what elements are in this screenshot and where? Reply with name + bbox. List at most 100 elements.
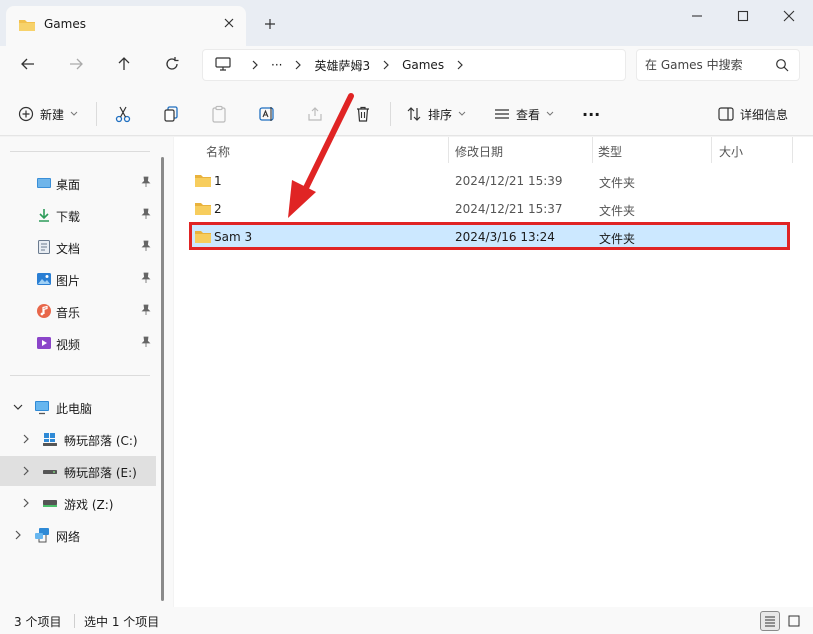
column-divider[interactable] <box>592 137 593 163</box>
paste-button[interactable] <box>210 100 228 128</box>
sidebar-item-label: 游戏 (Z:) <box>64 498 114 512</box>
sidebar-item-this-pc[interactable]: 此电脑 <box>0 392 156 422</box>
more-options-button[interactable]: ··· <box>582 100 600 128</box>
breadcrumb-item[interactable]: 英雄萨姆3 <box>310 57 374 74</box>
chevron-right-icon[interactable] <box>286 60 310 70</box>
sidebar-item-drive-c[interactable]: 畅玩部落 (C:) <box>0 424 156 454</box>
sidebar-item-drive-e[interactable]: 畅玩部落 (E:) <box>0 456 156 486</box>
pin-icon[interactable] <box>141 272 151 287</box>
search-box[interactable] <box>636 49 800 81</box>
column-header-size[interactable]: 大小 <box>719 143 743 167</box>
new-tab-button[interactable] <box>258 12 282 36</box>
command-bar: 新建 排序 查看 ··· 详细信息 <box>0 92 813 136</box>
scissors-icon <box>115 106 131 123</box>
search-icon[interactable] <box>775 58 789 75</box>
breadcrumb-overflow[interactable]: ··· <box>267 58 286 72</box>
sidebar-item-label: 此电脑 <box>56 402 93 416</box>
view-button[interactable]: 查看 <box>494 100 554 128</box>
minimize-button[interactable] <box>674 0 720 32</box>
back-button[interactable] <box>12 48 44 80</box>
item-count: 3 个项目 <box>14 615 62 629</box>
file-date: 2024/12/21 15:37 <box>455 202 563 216</box>
tab-games[interactable]: Games <box>6 6 246 46</box>
details-label: 详细信息 <box>740 107 789 122</box>
clipboard-icon <box>212 105 226 123</box>
breadcrumb-item[interactable]: Games <box>398 58 448 72</box>
refresh-button[interactable] <box>156 48 188 80</box>
document-icon <box>36 239 52 255</box>
table-row[interactable]: 1 2024/12/21 15:39 文件夹 <box>190 168 790 194</box>
computer-icon[interactable] <box>215 56 231 74</box>
chevron-down-icon[interactable] <box>12 401 24 413</box>
arrow-right-icon <box>70 58 83 70</box>
pictures-icon <box>36 271 52 287</box>
tiles-view-button[interactable] <box>784 611 804 631</box>
sidebar-scrollbar[interactable] <box>161 157 164 601</box>
column-divider[interactable] <box>792 137 793 163</box>
sidebar-item-network[interactable]: 网络 <box>0 520 156 550</box>
file-name: 2 <box>214 202 222 216</box>
title-bar: Games <box>0 0 813 46</box>
sidebar-item-drive-z[interactable]: 游戏 (Z:) <box>0 488 156 518</box>
sidebar-item-downloads[interactable]: 下载 <box>0 200 156 230</box>
chevron-right-icon[interactable] <box>12 529 24 541</box>
annotation-highlight-box <box>189 222 790 250</box>
maximize-button[interactable] <box>720 0 766 32</box>
close-window-button[interactable] <box>766 0 812 32</box>
computer-icon <box>34 399 50 415</box>
chevron-down-icon <box>70 111 78 116</box>
share-button[interactable] <box>306 100 324 128</box>
column-divider[interactable] <box>448 137 449 163</box>
forward-button[interactable] <box>60 48 92 80</box>
sidebar-item-documents[interactable]: 文档 <box>0 232 156 262</box>
details-view-button[interactable] <box>760 611 780 631</box>
column-header-date[interactable]: 修改日期 <box>455 143 503 167</box>
chevron-right-icon[interactable] <box>243 60 267 70</box>
delete-button[interactable] <box>354 100 372 128</box>
chevron-down-icon <box>546 111 554 116</box>
chevron-right-icon[interactable] <box>20 497 32 509</box>
refresh-icon <box>166 57 179 70</box>
folder-icon <box>194 201 212 219</box>
download-icon <box>36 207 52 223</box>
chevron-down-icon <box>458 111 466 116</box>
windows-drive-icon <box>42 431 58 447</box>
share-icon <box>308 107 322 121</box>
column-header-name[interactable]: 名称 <box>206 143 230 167</box>
sidebar-item-pictures[interactable]: 图片 <box>0 264 156 294</box>
column-header-type[interactable]: 类型 <box>598 143 622 167</box>
sidebar-item-label: 图片 <box>56 274 81 288</box>
search-input[interactable] <box>645 56 769 74</box>
view-label: 查看 <box>516 107 541 122</box>
column-divider[interactable] <box>711 137 712 163</box>
address-bar[interactable]: ··· 英雄萨姆3 Games <box>202 49 626 81</box>
new-button[interactable]: 新建 <box>18 100 78 128</box>
pin-icon[interactable] <box>141 240 151 255</box>
table-row[interactable]: 2 2024/12/21 15:37 文件夹 <box>190 196 790 222</box>
sidebar-divider <box>10 151 150 152</box>
tab-close-button[interactable] <box>218 12 240 34</box>
sidebar-item-music[interactable]: 音乐 <box>0 296 156 326</box>
pin-icon[interactable] <box>141 304 151 319</box>
chevron-right-icon[interactable] <box>374 60 398 70</box>
chevron-right-icon[interactable] <box>20 465 32 477</box>
details-pane-button[interactable]: 详细信息 <box>718 100 788 128</box>
sidebar-item-videos[interactable]: 视频 <box>0 328 156 358</box>
chevron-right-icon[interactable] <box>20 433 32 445</box>
pin-icon[interactable] <box>141 176 151 191</box>
cut-button[interactable] <box>114 100 132 128</box>
arrow-left-icon <box>21 58 34 70</box>
pin-icon[interactable] <box>141 336 151 351</box>
arrow-up-icon <box>118 57 130 70</box>
sidebar-item-desktop[interactable]: 桌面 <box>0 168 156 198</box>
sort-icon <box>407 107 421 121</box>
sort-button[interactable]: 排序 <box>406 100 466 128</box>
list-view-icon <box>495 109 509 119</box>
sort-label: 排序 <box>428 107 453 122</box>
folder-icon <box>194 173 212 191</box>
copy-button[interactable] <box>162 100 180 128</box>
chevron-right-icon[interactable] <box>448 60 472 70</box>
up-button[interactable] <box>108 48 140 80</box>
rename-button[interactable] <box>258 100 276 128</box>
pin-icon[interactable] <box>141 208 151 223</box>
